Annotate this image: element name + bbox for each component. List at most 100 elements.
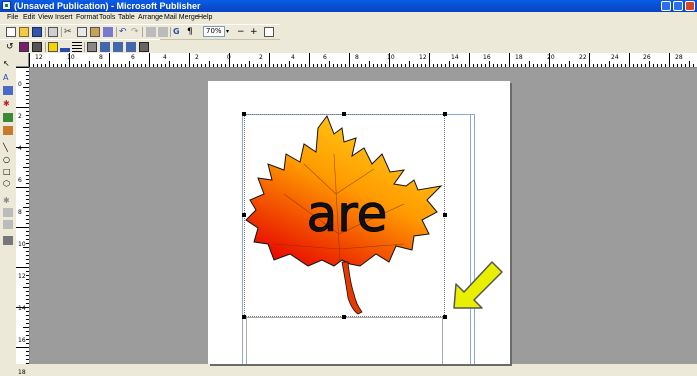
ruler-label: 12 — [35, 54, 43, 61]
menu-help[interactable]: Help — [198, 12, 212, 24]
html-fragment-icon[interactable] — [3, 220, 13, 229]
menu-edit[interactable]: Edit — [23, 12, 35, 24]
flip-icon[interactable] — [113, 42, 123, 52]
shadow-icon[interactable] — [87, 42, 97, 52]
ruler-label: 6 — [18, 177, 22, 184]
picture-frame-icon[interactable] — [3, 113, 13, 122]
resize-handle-b[interactable] — [342, 315, 346, 319]
menu-mail-merge[interactable]: Mail Merge — [164, 12, 199, 24]
title-bar: (Unsaved Publication) - Microsoft Publis… — [0, 0, 697, 12]
ruler-label: 6 — [131, 54, 135, 61]
ruler-label: 28 — [675, 54, 683, 61]
ruler-label: 6 — [323, 54, 327, 61]
minimize-button[interactable] — [661, 1, 671, 11]
line-color-icon[interactable] — [60, 42, 70, 52]
fill-bucket-icon[interactable] — [48, 42, 58, 52]
crop-icon[interactable] — [139, 42, 149, 52]
menu-table[interactable]: Table — [118, 12, 135, 24]
maximize-button[interactable] — [673, 1, 683, 11]
line-style-icon[interactable] — [72, 42, 82, 52]
zoom-in-button[interactable]: + — [250, 27, 260, 37]
resize-handle-tl[interactable] — [242, 112, 246, 116]
resize-handle-bl[interactable] — [242, 315, 246, 319]
ruler-label: 26 — [643, 54, 651, 61]
redo-icon[interactable]: ↷ — [131, 27, 141, 37]
bring-front-icon[interactable] — [146, 27, 156, 37]
copy-icon[interactable] — [77, 27, 87, 37]
pointer-icon[interactable]: ↖ — [3, 59, 13, 68]
undo-icon[interactable]: ↶ — [119, 27, 129, 37]
clip-art-icon[interactable] — [3, 126, 13, 135]
picture-icon[interactable] — [32, 42, 42, 52]
objects-toolbar: ↖ A ✱ ╲ ○ □ ⬡ ✱ — [0, 53, 17, 364]
save-icon[interactable] — [32, 27, 42, 37]
ruler-label: 14 — [451, 54, 459, 61]
standard-toolbar: ✂ ↶ ↷ G ¶ 70% ▾ − + — [0, 24, 280, 40]
ruler-label: 4 — [291, 54, 295, 61]
ruler-label: 4 — [18, 145, 22, 152]
zoom-out-button[interactable]: − — [237, 27, 247, 37]
wrap-text-icon[interactable] — [100, 42, 110, 52]
resize-handle-t[interactable] — [342, 112, 346, 116]
resize-handle-r[interactable] — [443, 213, 447, 217]
wordart-icon[interactable]: ✱ — [3, 99, 13, 108]
window-title: (Unsaved Publication) - Microsoft Publis… — [14, 1, 201, 11]
hyperlink-icon[interactable]: G — [173, 27, 183, 37]
open-icon[interactable] — [19, 27, 29, 37]
menu-file[interactable]: File — [7, 12, 18, 24]
ruler-label: 20 — [547, 54, 555, 61]
vertical-ruler[interactable]: 0 2 4 6 8 10 12 14 16 18 — [16, 67, 30, 376]
menu-insert[interactable]: Insert — [55, 12, 73, 24]
design-gallery-icon[interactable] — [3, 236, 13, 245]
menu-bar: File Edit View Insert Format Tools Table… — [0, 12, 697, 24]
ruler-label: 2 — [195, 54, 199, 61]
new-icon[interactable] — [6, 27, 16, 37]
column-guide — [470, 114, 471, 364]
ruler-label: 0 — [227, 54, 231, 61]
paste-icon[interactable] — [90, 27, 100, 37]
form-control-icon[interactable] — [3, 208, 13, 217]
menu-tools[interactable]: Tools — [99, 12, 115, 24]
send-back-icon[interactable] — [158, 27, 168, 37]
ruler-label: 12 — [18, 273, 26, 280]
ruler-label: 16 — [18, 337, 26, 344]
empty-frame[interactable] — [246, 317, 443, 364]
fill-color-icon[interactable] — [19, 42, 29, 52]
align-icon[interactable] — [126, 42, 136, 52]
ruler-label: 2 — [18, 113, 22, 120]
menu-arrange[interactable]: Arrange — [138, 12, 163, 24]
zoom-input[interactable]: 70% — [203, 26, 225, 37]
cut-icon[interactable]: ✂ — [64, 27, 74, 37]
horizontal-ruler[interactable]: 12 10 8 6 4 2 0 2 4 6 8 10 12 14 16 18 20 22 24 26 28 — [29, 53, 697, 68]
ruler-label: 22 — [579, 54, 587, 61]
ruler-label: 10 — [18, 241, 26, 248]
rotate-icon[interactable]: ↺ — [6, 42, 16, 52]
ruler-label: 8 — [355, 54, 359, 61]
ruler-label: 10 — [387, 54, 395, 61]
resize-handle-tr[interactable] — [443, 112, 447, 116]
menu-view[interactable]: View — [38, 12, 53, 24]
resize-handle-l[interactable] — [242, 213, 246, 217]
table-icon[interactable] — [3, 86, 13, 95]
line-icon[interactable]: ╲ — [3, 143, 13, 152]
ruler-label: 18 — [18, 369, 26, 376]
pilcrow-icon[interactable]: ¶ — [187, 27, 197, 37]
hot-spot-icon[interactable]: ✱ — [3, 196, 13, 205]
publisher-app-icon[interactable] — [2, 1, 11, 10]
print-icon[interactable] — [48, 27, 58, 37]
autoshapes-icon[interactable]: ⬡ — [3, 179, 13, 188]
format-painter-icon[interactable] — [103, 27, 113, 37]
help-icon[interactable] — [264, 27, 274, 37]
menu-format[interactable]: Format — [76, 12, 98, 24]
ruler-label: 12 — [419, 54, 427, 61]
zoom-dropdown-icon[interactable]: ▾ — [226, 27, 236, 37]
resize-handle-br[interactable] — [443, 315, 447, 319]
rectangle-icon[interactable]: □ — [3, 167, 13, 176]
leaf-picture-frame[interactable]: are — [242, 112, 447, 319]
ruler-label: 4 — [163, 54, 167, 61]
oval-icon[interactable]: ○ — [3, 155, 13, 164]
text-box-icon[interactable]: A — [3, 73, 13, 82]
close-button[interactable] — [685, 1, 695, 11]
ruler-label: 2 — [259, 54, 263, 61]
ruler-label: 18 — [515, 54, 523, 61]
